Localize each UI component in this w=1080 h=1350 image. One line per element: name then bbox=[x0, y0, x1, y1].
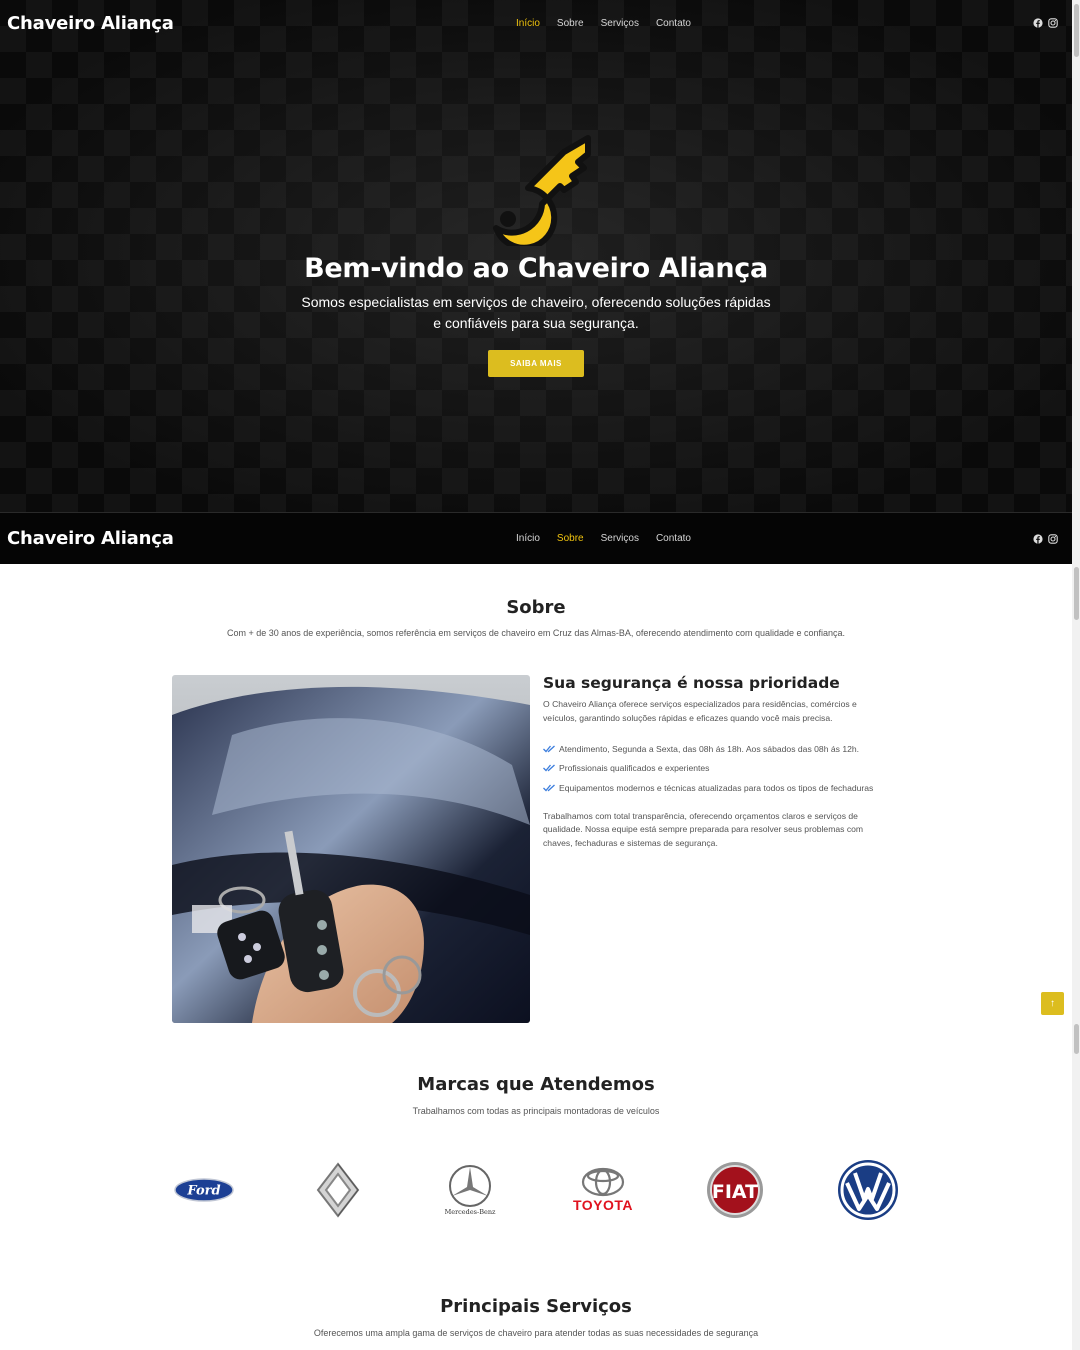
about-text-block: Sua segurança é nossa prioridade O Chave… bbox=[543, 674, 893, 850]
facebook-icon[interactable] bbox=[1033, 533, 1043, 544]
feature-item: Equipamentos modernos e técnicas atualiz… bbox=[543, 778, 893, 798]
facebook-icon[interactable] bbox=[1033, 18, 1043, 28]
about-subtitle: Com + de 30 anos de experiência, somos r… bbox=[226, 628, 846, 638]
about-title: Sobre bbox=[506, 597, 566, 618]
nav-inicio[interactable]: Início bbox=[516, 18, 540, 29]
nav-inicio[interactable]: Início bbox=[516, 533, 540, 544]
nav-servicos[interactable]: Serviços bbox=[601, 18, 639, 29]
nav-sobre[interactable]: Sobre bbox=[557, 18, 584, 29]
about-intro: O Chaveiro Aliança oferece serviços espe… bbox=[543, 699, 857, 723]
svg-text:Ford: Ford bbox=[186, 1184, 220, 1199]
mercedes-benz-logo: Mercedes-Benz bbox=[438, 1158, 502, 1222]
sticky-navbar: Chaveiro Aliança Início Sobre Serviços C… bbox=[0, 512, 1072, 564]
ford-logo: Ford bbox=[172, 1158, 236, 1222]
brand-logo[interactable]: Chaveiro Aliança bbox=[7, 528, 174, 549]
top-navbar: Chaveiro Aliança Início Sobre Serviços C… bbox=[0, 0, 1072, 46]
brand-logo[interactable]: Chaveiro Aliança bbox=[7, 13, 174, 34]
social-links bbox=[1033, 18, 1058, 28]
double-check-icon bbox=[543, 784, 555, 792]
nav-sobre[interactable]: Sobre bbox=[557, 533, 584, 544]
about-heading: Sua segurança é nossa prioridade bbox=[543, 674, 840, 692]
double-check-icon bbox=[543, 745, 555, 753]
toyota-logo: TOYOTA bbox=[568, 1158, 638, 1222]
about-outro: Trabalhamos com total transparência, ofe… bbox=[543, 810, 864, 848]
nav-contato[interactable]: Contato bbox=[656, 18, 691, 29]
hero-subtitle: Somos especialistas em serviços de chave… bbox=[301, 294, 771, 331]
scrollbar-thumb[interactable] bbox=[1074, 567, 1079, 620]
fiat-logo: FIAT bbox=[704, 1158, 766, 1222]
double-check-icon bbox=[543, 764, 555, 772]
feature-item: Profissionais qualificados e experientes bbox=[543, 759, 893, 779]
social-links bbox=[1033, 533, 1058, 544]
services-subtitle: Oferecemos uma ampla gama de serviços de… bbox=[313, 1328, 759, 1338]
volkswagen-logo bbox=[836, 1158, 900, 1222]
instagram-icon[interactable] bbox=[1048, 533, 1058, 544]
svg-text:FIAT: FIAT bbox=[712, 1181, 758, 1203]
nav-contato[interactable]: Contato bbox=[656, 533, 691, 544]
brands-title: Marcas que Atendemos bbox=[417, 1074, 655, 1095]
nav-menu: Início Sobre Serviços Contato bbox=[516, 18, 691, 29]
back-to-top-button[interactable]: ↑ bbox=[1041, 992, 1064, 1015]
feature-item: Atendimento, Segunda a Sexta, das 08h ás… bbox=[543, 739, 893, 759]
brands-subtitle: Trabalhamos com todas as principais mont… bbox=[412, 1106, 660, 1116]
saiba-mais-button[interactable]: SAIBA MAIS bbox=[488, 350, 584, 377]
scrollbar-thumb[interactable] bbox=[1074, 4, 1079, 57]
scrollbar[interactable] bbox=[1072, 0, 1080, 1350]
services-title: Principais Serviços bbox=[440, 1296, 632, 1317]
key-icon bbox=[493, 135, 591, 246]
renault-logo bbox=[306, 1158, 370, 1222]
hero-title: Bem-vindo ao Chaveiro Aliança bbox=[304, 253, 768, 284]
nav-menu: Início Sobre Serviços Contato bbox=[516, 533, 691, 544]
feature-list: Atendimento, Segunda a Sexta, das 08h ás… bbox=[543, 739, 893, 798]
car-key-photo bbox=[172, 675, 530, 1023]
nav-servicos[interactable]: Serviços bbox=[601, 533, 639, 544]
hero-section: Chaveiro Aliança Início Sobre Serviços C… bbox=[0, 0, 1072, 512]
scrollbar-thumb[interactable] bbox=[1074, 1024, 1079, 1054]
instagram-icon[interactable] bbox=[1048, 18, 1058, 28]
